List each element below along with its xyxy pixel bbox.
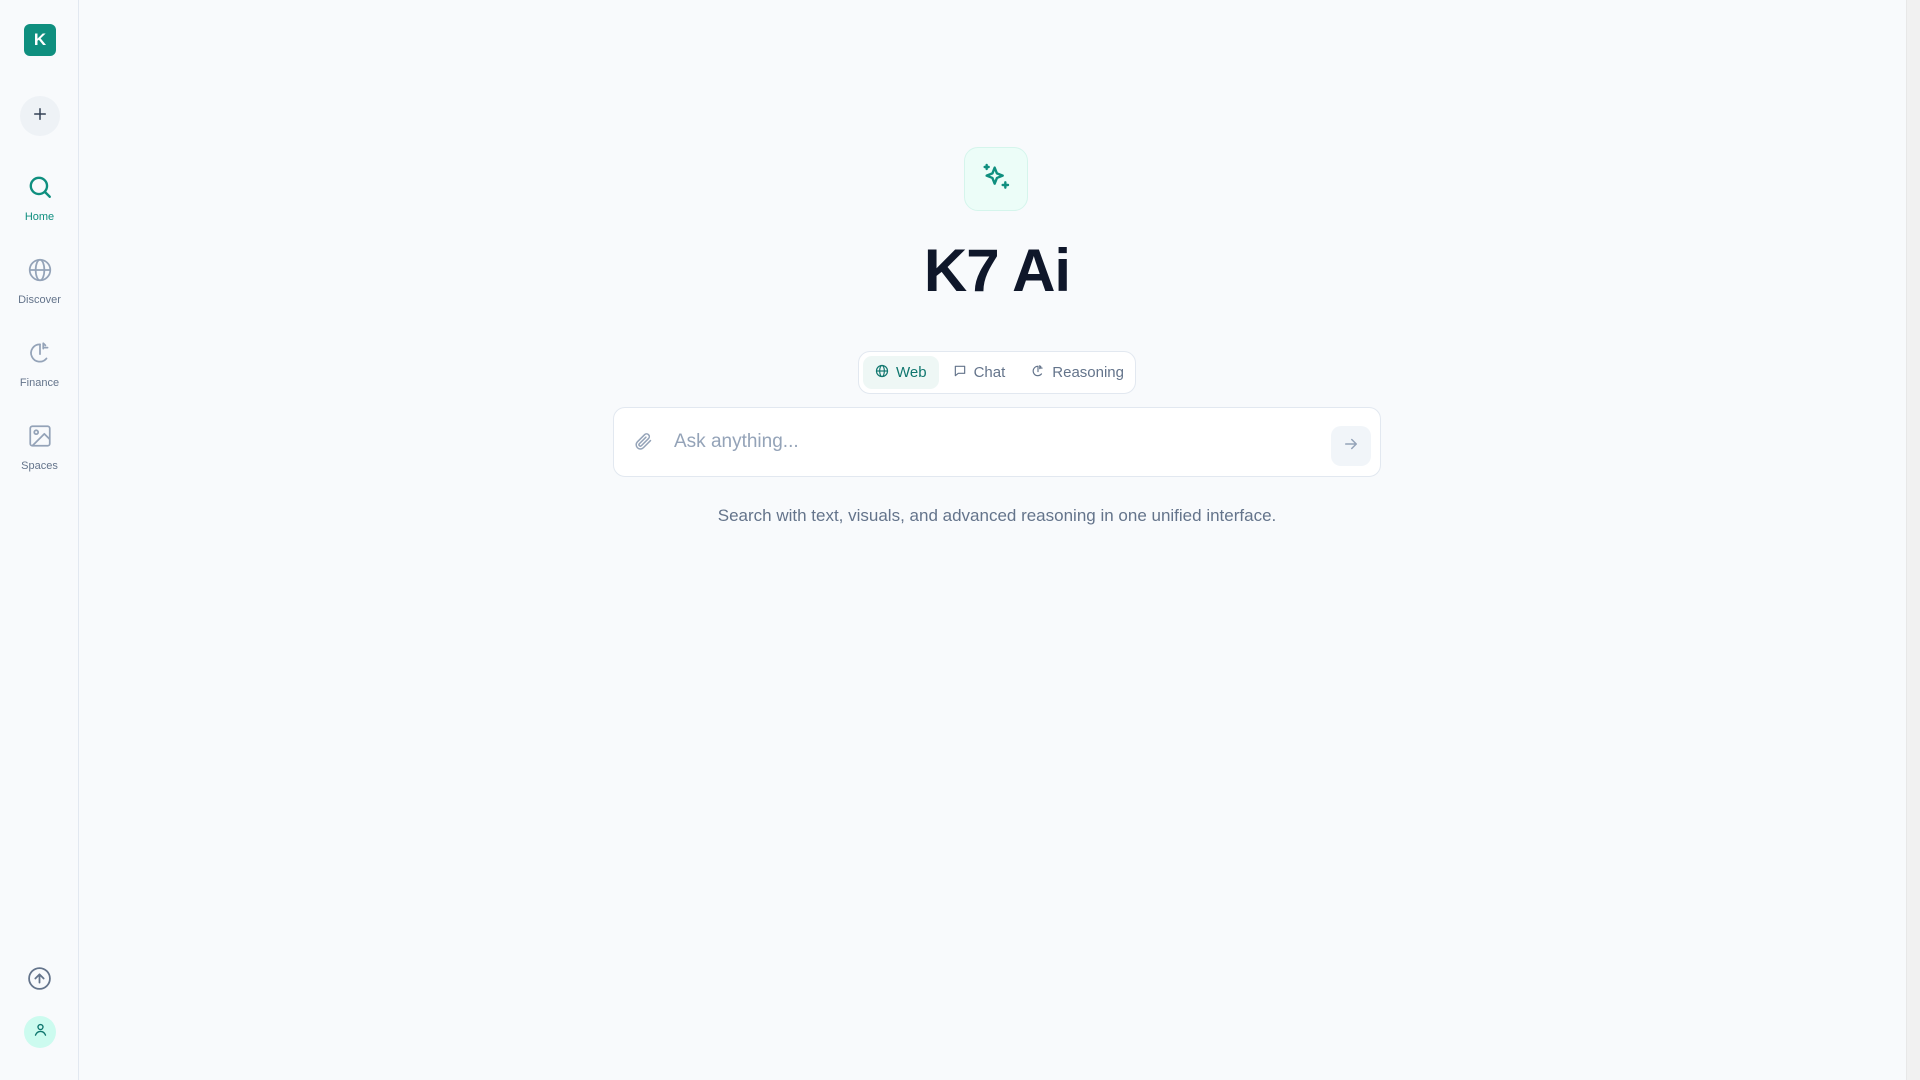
- logo-letter: K: [33, 30, 47, 49]
- sidebar: K Home Discover Finance Spaces: [0, 0, 79, 1080]
- finance-icon: [27, 340, 53, 371]
- upgrade-button[interactable]: [27, 966, 52, 996]
- main-content: K7 Ai Web Chat Reasoning Ask anything...…: [79, 0, 1906, 1080]
- mode-tab-web[interactable]: Web: [863, 356, 939, 389]
- search-input[interactable]: [674, 426, 1314, 458]
- plus-icon: [31, 105, 49, 128]
- globe-icon: [27, 257, 53, 288]
- user-avatar[interactable]: [24, 1016, 56, 1048]
- hero-badge: [964, 147, 1028, 211]
- sidebar-item-label: Spaces: [21, 460, 58, 472]
- page-scrollbar[interactable]: [1906, 0, 1920, 1080]
- sidebar-item-label: Finance: [19, 377, 60, 389]
- sidebar-item-spaces[interactable]: Spaces: [0, 423, 79, 472]
- tagline: Search with text, visuals, and advanced …: [717, 506, 1277, 525]
- sidebar-item-label: Discover: [18, 294, 61, 306]
- sidebar-item-home[interactable]: Home: [0, 174, 79, 223]
- search-box: [613, 407, 1381, 477]
- sparkles-icon: [980, 161, 1012, 198]
- image-icon: [27, 423, 53, 454]
- mode-tab-label: Reasoning: [1052, 364, 1124, 381]
- reasoning-icon: [1031, 364, 1045, 382]
- mode-tab-reasoning[interactable]: Reasoning: [1019, 356, 1136, 389]
- page-title: K7 Ai: [923, 237, 1071, 304]
- sidebar-item-label: Home: [24, 211, 55, 223]
- app-logo[interactable]: K: [24, 24, 56, 56]
- sidebar-item-discover[interactable]: Discover: [0, 257, 79, 306]
- app-root: K Home Discover Finance Spaces K7 Ai Web…: [0, 0, 1920, 1080]
- submit-button[interactable]: [1331, 426, 1371, 466]
- attach-button[interactable]: [632, 432, 654, 454]
- sidebar-item-finance[interactable]: Finance: [0, 340, 79, 389]
- search-mode-selector: Web Chat Reasoning: [858, 351, 1136, 394]
- user-icon: [33, 1022, 48, 1042]
- mode-tab-chat[interactable]: Chat: [941, 356, 1018, 389]
- chat-bubble-icon: [953, 364, 967, 382]
- globe-icon: [875, 364, 889, 382]
- arrow-right-icon: [1342, 435, 1360, 458]
- mode-tab-label: Web: [896, 364, 927, 381]
- new-thread-button[interactable]: [20, 96, 60, 136]
- paperclip-icon: [633, 431, 653, 456]
- mode-tab-label: Chat: [973, 364, 1006, 381]
- search-icon: [27, 174, 53, 205]
- arrow-up-circle-icon: [27, 966, 52, 996]
